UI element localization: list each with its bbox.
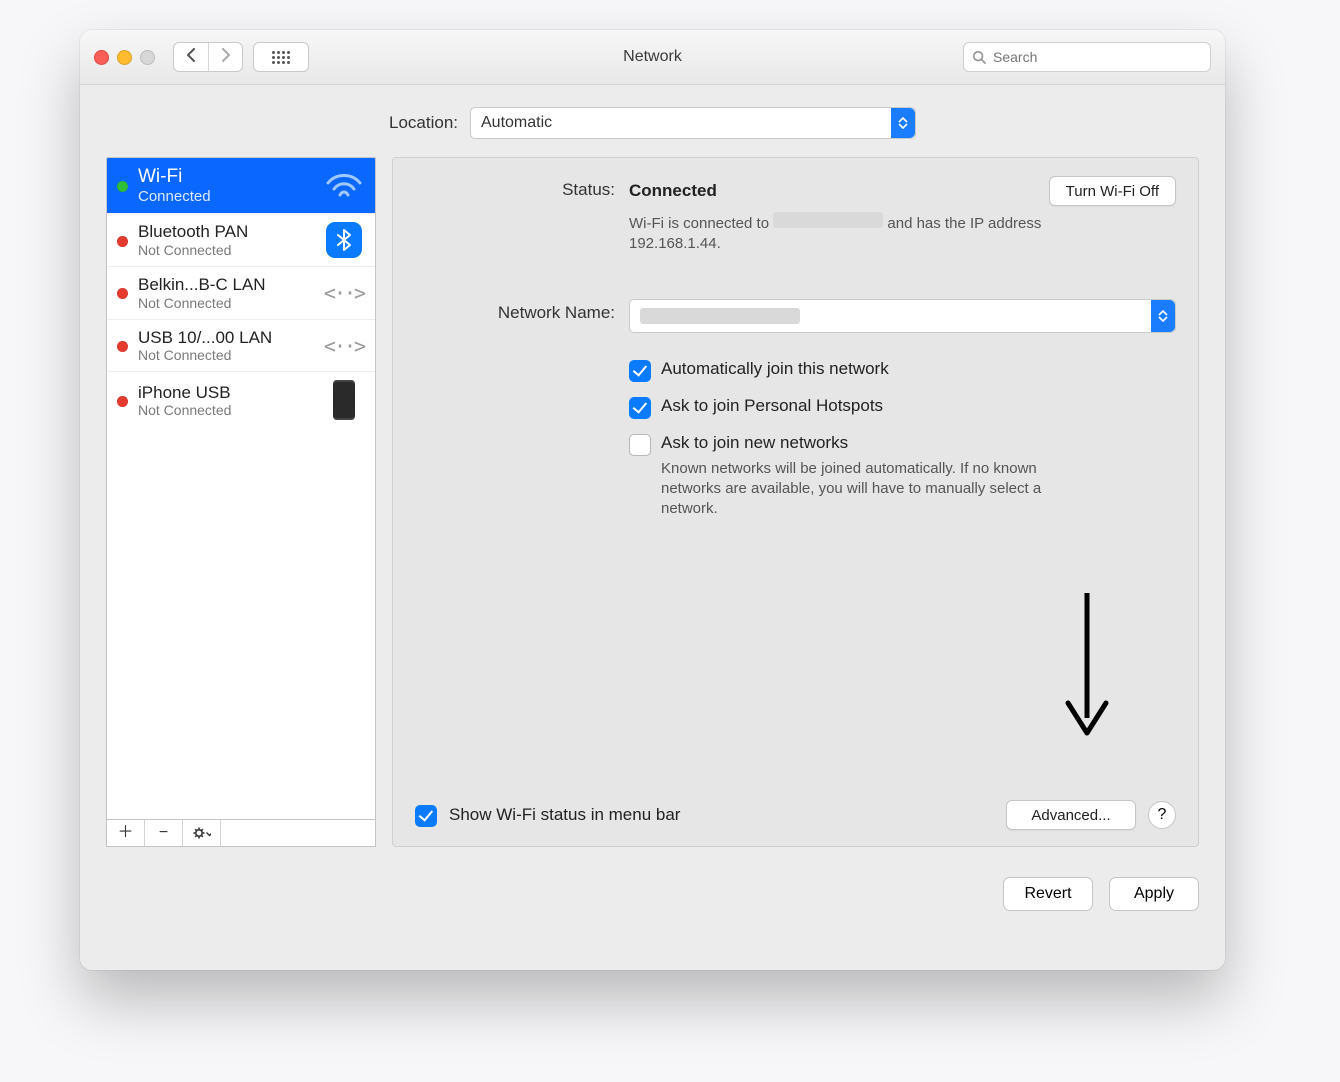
service-status: Connected (138, 188, 313, 205)
nav-segment (173, 42, 243, 72)
service-list: Wi-Fi Connected Bluetooth PAN (106, 157, 376, 819)
status-dot (117, 181, 128, 192)
ethernet-icon: <··> (324, 281, 364, 305)
checkbox[interactable] (629, 434, 651, 456)
grid-icon (272, 51, 290, 64)
wifi-icon (323, 173, 365, 199)
window-controls (94, 50, 155, 65)
status-dot (117, 341, 128, 352)
menu-bar-check-label: Show Wi-Fi status in menu bar (449, 805, 680, 825)
sidebar-tools: ＋ − (106, 819, 376, 847)
detail-panel: Status: Connected Turn Wi-Fi Off Wi-Fi i… (392, 157, 1199, 847)
service-name: Belkin...B-C LAN (138, 275, 313, 295)
service-name: Wi-Fi (138, 166, 313, 188)
minimize-window-button[interactable] (117, 50, 132, 65)
service-item-wifi[interactable]: Wi-Fi Connected (107, 158, 375, 214)
service-status: Not Connected (138, 402, 313, 418)
status-label: Status: (415, 176, 629, 200)
bluetooth-icon (326, 222, 362, 258)
annotation-arrow-icon (1062, 588, 1112, 738)
location-value: Automatic (481, 114, 552, 132)
status-value: Connected (629, 181, 717, 201)
checkbox[interactable] (629, 397, 651, 419)
status-description: Wi-Fi is connected to and has the IP add… (629, 212, 1049, 255)
redacted-network-name (640, 308, 800, 324)
sidebar: Wi-Fi Connected Bluetooth PAN (106, 157, 376, 847)
zoom-window-button[interactable] (140, 50, 155, 65)
check-ask-hotspots[interactable]: Ask to join Personal Hotspots (629, 396, 1176, 419)
check-label: Ask to join new networks (661, 433, 848, 452)
ethernet-icon: <··> (324, 334, 364, 358)
revert-button[interactable]: Revert (1003, 877, 1093, 911)
back-button[interactable] (174, 43, 208, 71)
status-dot (117, 396, 128, 407)
body: Wi-Fi Connected Bluetooth PAN (80, 157, 1225, 865)
search-input[interactable] (991, 48, 1202, 66)
toggle-wifi-button[interactable]: Turn Wi-Fi Off (1049, 176, 1176, 206)
service-name: Bluetooth PAN (138, 222, 313, 242)
help-button[interactable]: ? (1148, 801, 1176, 829)
check-ask-new-networks[interactable]: Ask to join new networks Known networks … (629, 433, 1176, 520)
sidebar-tools-spacer (221, 820, 375, 846)
service-name: iPhone USB (138, 383, 313, 403)
service-actions-button[interactable] (183, 820, 221, 846)
titlebar: Network (80, 30, 1225, 85)
menu-bar-checkbox[interactable] (415, 805, 437, 827)
add-service-button[interactable]: ＋ (107, 820, 145, 846)
service-item-usb-lan[interactable]: USB 10/...00 LAN Not Connected <··> (107, 320, 375, 373)
location-label: Location: (389, 113, 458, 133)
network-name-label: Network Name: (415, 299, 629, 323)
service-name: USB 10/...00 LAN (138, 328, 313, 348)
service-item-bluetooth-pan[interactable]: Bluetooth PAN Not Connected (107, 214, 375, 267)
redacted-ssid (773, 212, 883, 228)
stepper-icon (891, 108, 915, 138)
check-hint: Known networks will be joined automatica… (661, 459, 1081, 520)
apply-button[interactable]: Apply (1109, 877, 1199, 911)
footer: Revert Apply (80, 865, 1225, 911)
service-status: Not Connected (138, 242, 313, 258)
show-all-button[interactable] (253, 42, 309, 72)
status-dot (117, 288, 128, 299)
network-name-popup[interactable] (629, 299, 1176, 333)
network-preferences-window: Network Location: Automatic (80, 30, 1225, 970)
check-label: Ask to join Personal Hotspots (661, 396, 883, 415)
location-popup[interactable]: Automatic (470, 107, 916, 139)
close-window-button[interactable] (94, 50, 109, 65)
gear-icon (193, 827, 211, 839)
check-label: Automatically join this network (661, 359, 889, 378)
location-row: Location: Automatic (80, 85, 1225, 157)
advanced-button[interactable]: Advanced... (1006, 800, 1136, 830)
service-item-belkin-lan[interactable]: Belkin...B-C LAN Not Connected <··> (107, 267, 375, 320)
iphone-icon (333, 380, 355, 420)
checkbox[interactable] (629, 360, 651, 382)
service-status: Not Connected (138, 347, 313, 363)
remove-service-button[interactable]: − (145, 820, 183, 846)
status-dot (117, 236, 128, 247)
service-item-iphone-usb[interactable]: iPhone USB Not Connected (107, 372, 375, 428)
check-auto-join[interactable]: Automatically join this network (629, 359, 1176, 382)
forward-button[interactable] (208, 43, 242, 71)
stepper-icon (1151, 300, 1175, 332)
search-field[interactable] (963, 42, 1211, 72)
search-icon (972, 50, 986, 64)
service-status: Not Connected (138, 295, 313, 311)
